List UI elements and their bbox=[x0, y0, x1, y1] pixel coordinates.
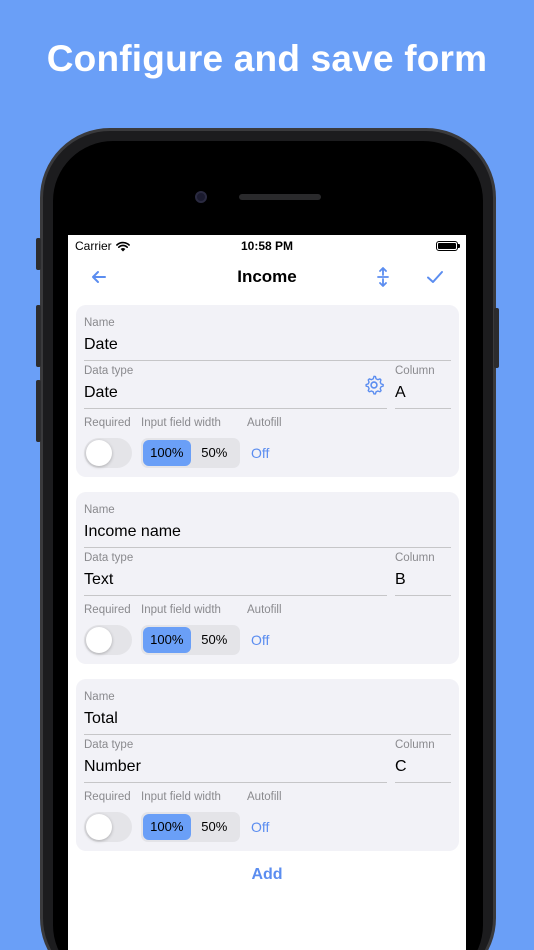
required-label: Required bbox=[84, 791, 131, 803]
column-label: Column bbox=[395, 552, 435, 564]
app-screen: Carrier 10:58 PM Income Name Date Data t… bbox=[68, 235, 466, 950]
autofill-label: Autofill bbox=[247, 604, 282, 616]
width-option-100[interactable]: 100% bbox=[143, 440, 191, 466]
name-label: Name bbox=[84, 691, 115, 703]
autofill-label: Autofill bbox=[247, 417, 282, 429]
name-label: Name bbox=[84, 504, 115, 516]
required-toggle[interactable] bbox=[84, 812, 132, 842]
data-type-label: Data type bbox=[84, 552, 134, 564]
column-label: Column bbox=[395, 365, 435, 377]
status-bar: Carrier 10:58 PM bbox=[68, 235, 466, 257]
data-type-field[interactable]: Date bbox=[84, 384, 118, 402]
width-option-50[interactable]: 50% bbox=[191, 440, 239, 466]
width-option-100[interactable]: 100% bbox=[143, 814, 191, 840]
width-option-100[interactable]: 100% bbox=[143, 627, 191, 653]
nav-bar: Income bbox=[68, 257, 466, 297]
divider bbox=[84, 408, 387, 409]
headline: Configure and save form bbox=[46, 38, 488, 79]
required-toggle[interactable] bbox=[84, 438, 132, 468]
volume-up-button bbox=[36, 305, 41, 367]
name-field[interactable]: Total bbox=[84, 710, 118, 728]
name-field[interactable]: Income name bbox=[84, 523, 181, 541]
silent-switch bbox=[36, 238, 41, 270]
divider bbox=[395, 782, 451, 783]
camera-icon bbox=[195, 191, 207, 203]
column-field[interactable]: A bbox=[395, 384, 406, 402]
speaker-grille bbox=[239, 194, 321, 200]
data-type-label: Data type bbox=[84, 365, 134, 377]
field-card-income-name: Name Income name Data type Text Column B… bbox=[76, 492, 459, 664]
divider bbox=[84, 547, 451, 548]
name-field[interactable]: Date bbox=[84, 336, 118, 354]
divider bbox=[84, 782, 387, 783]
field-card-date: Name Date Data type Date Column A Requir… bbox=[76, 305, 459, 477]
divider bbox=[84, 595, 387, 596]
name-label: Name bbox=[84, 317, 115, 329]
battery-icon bbox=[436, 241, 460, 251]
width-option-50[interactable]: 50% bbox=[191, 814, 239, 840]
data-type-label: Data type bbox=[84, 739, 134, 751]
power-button bbox=[494, 308, 499, 368]
column-field[interactable]: B bbox=[395, 571, 406, 589]
input-width-label: Input field width bbox=[141, 604, 221, 616]
width-option-50[interactable]: 50% bbox=[191, 627, 239, 653]
autofill-label: Autofill bbox=[247, 791, 282, 803]
data-type-field[interactable]: Number bbox=[84, 758, 141, 776]
required-label: Required bbox=[84, 417, 131, 429]
page-title: Income bbox=[237, 267, 297, 286]
width-segmented-control: 100% 50% bbox=[141, 812, 240, 842]
divider bbox=[84, 360, 451, 361]
input-width-label: Input field width bbox=[141, 791, 221, 803]
autofill-button[interactable]: Off bbox=[251, 632, 269, 648]
status-time: 10:58 PM bbox=[240, 239, 294, 253]
gear-icon[interactable] bbox=[363, 374, 385, 396]
divider bbox=[84, 734, 451, 735]
column-label: Column bbox=[395, 739, 435, 751]
checkmark-icon[interactable] bbox=[424, 266, 446, 288]
required-label: Required bbox=[84, 604, 131, 616]
input-width-label: Input field width bbox=[141, 417, 221, 429]
autofill-button[interactable]: Off bbox=[251, 819, 269, 835]
volume-down-button bbox=[36, 380, 41, 442]
column-field[interactable]: C bbox=[395, 758, 407, 776]
add-button[interactable]: Add bbox=[68, 866, 466, 884]
data-type-field[interactable]: Text bbox=[84, 571, 113, 589]
required-toggle[interactable] bbox=[84, 625, 132, 655]
autofill-button[interactable]: Off bbox=[251, 445, 269, 461]
width-segmented-control: 100% 50% bbox=[141, 625, 240, 655]
width-segmented-control: 100% 50% bbox=[141, 438, 240, 468]
divider bbox=[395, 595, 451, 596]
vertical-arrows-icon[interactable] bbox=[372, 266, 394, 288]
divider bbox=[395, 408, 451, 409]
field-card-total: Name Total Data type Number Column C Req… bbox=[76, 679, 459, 851]
